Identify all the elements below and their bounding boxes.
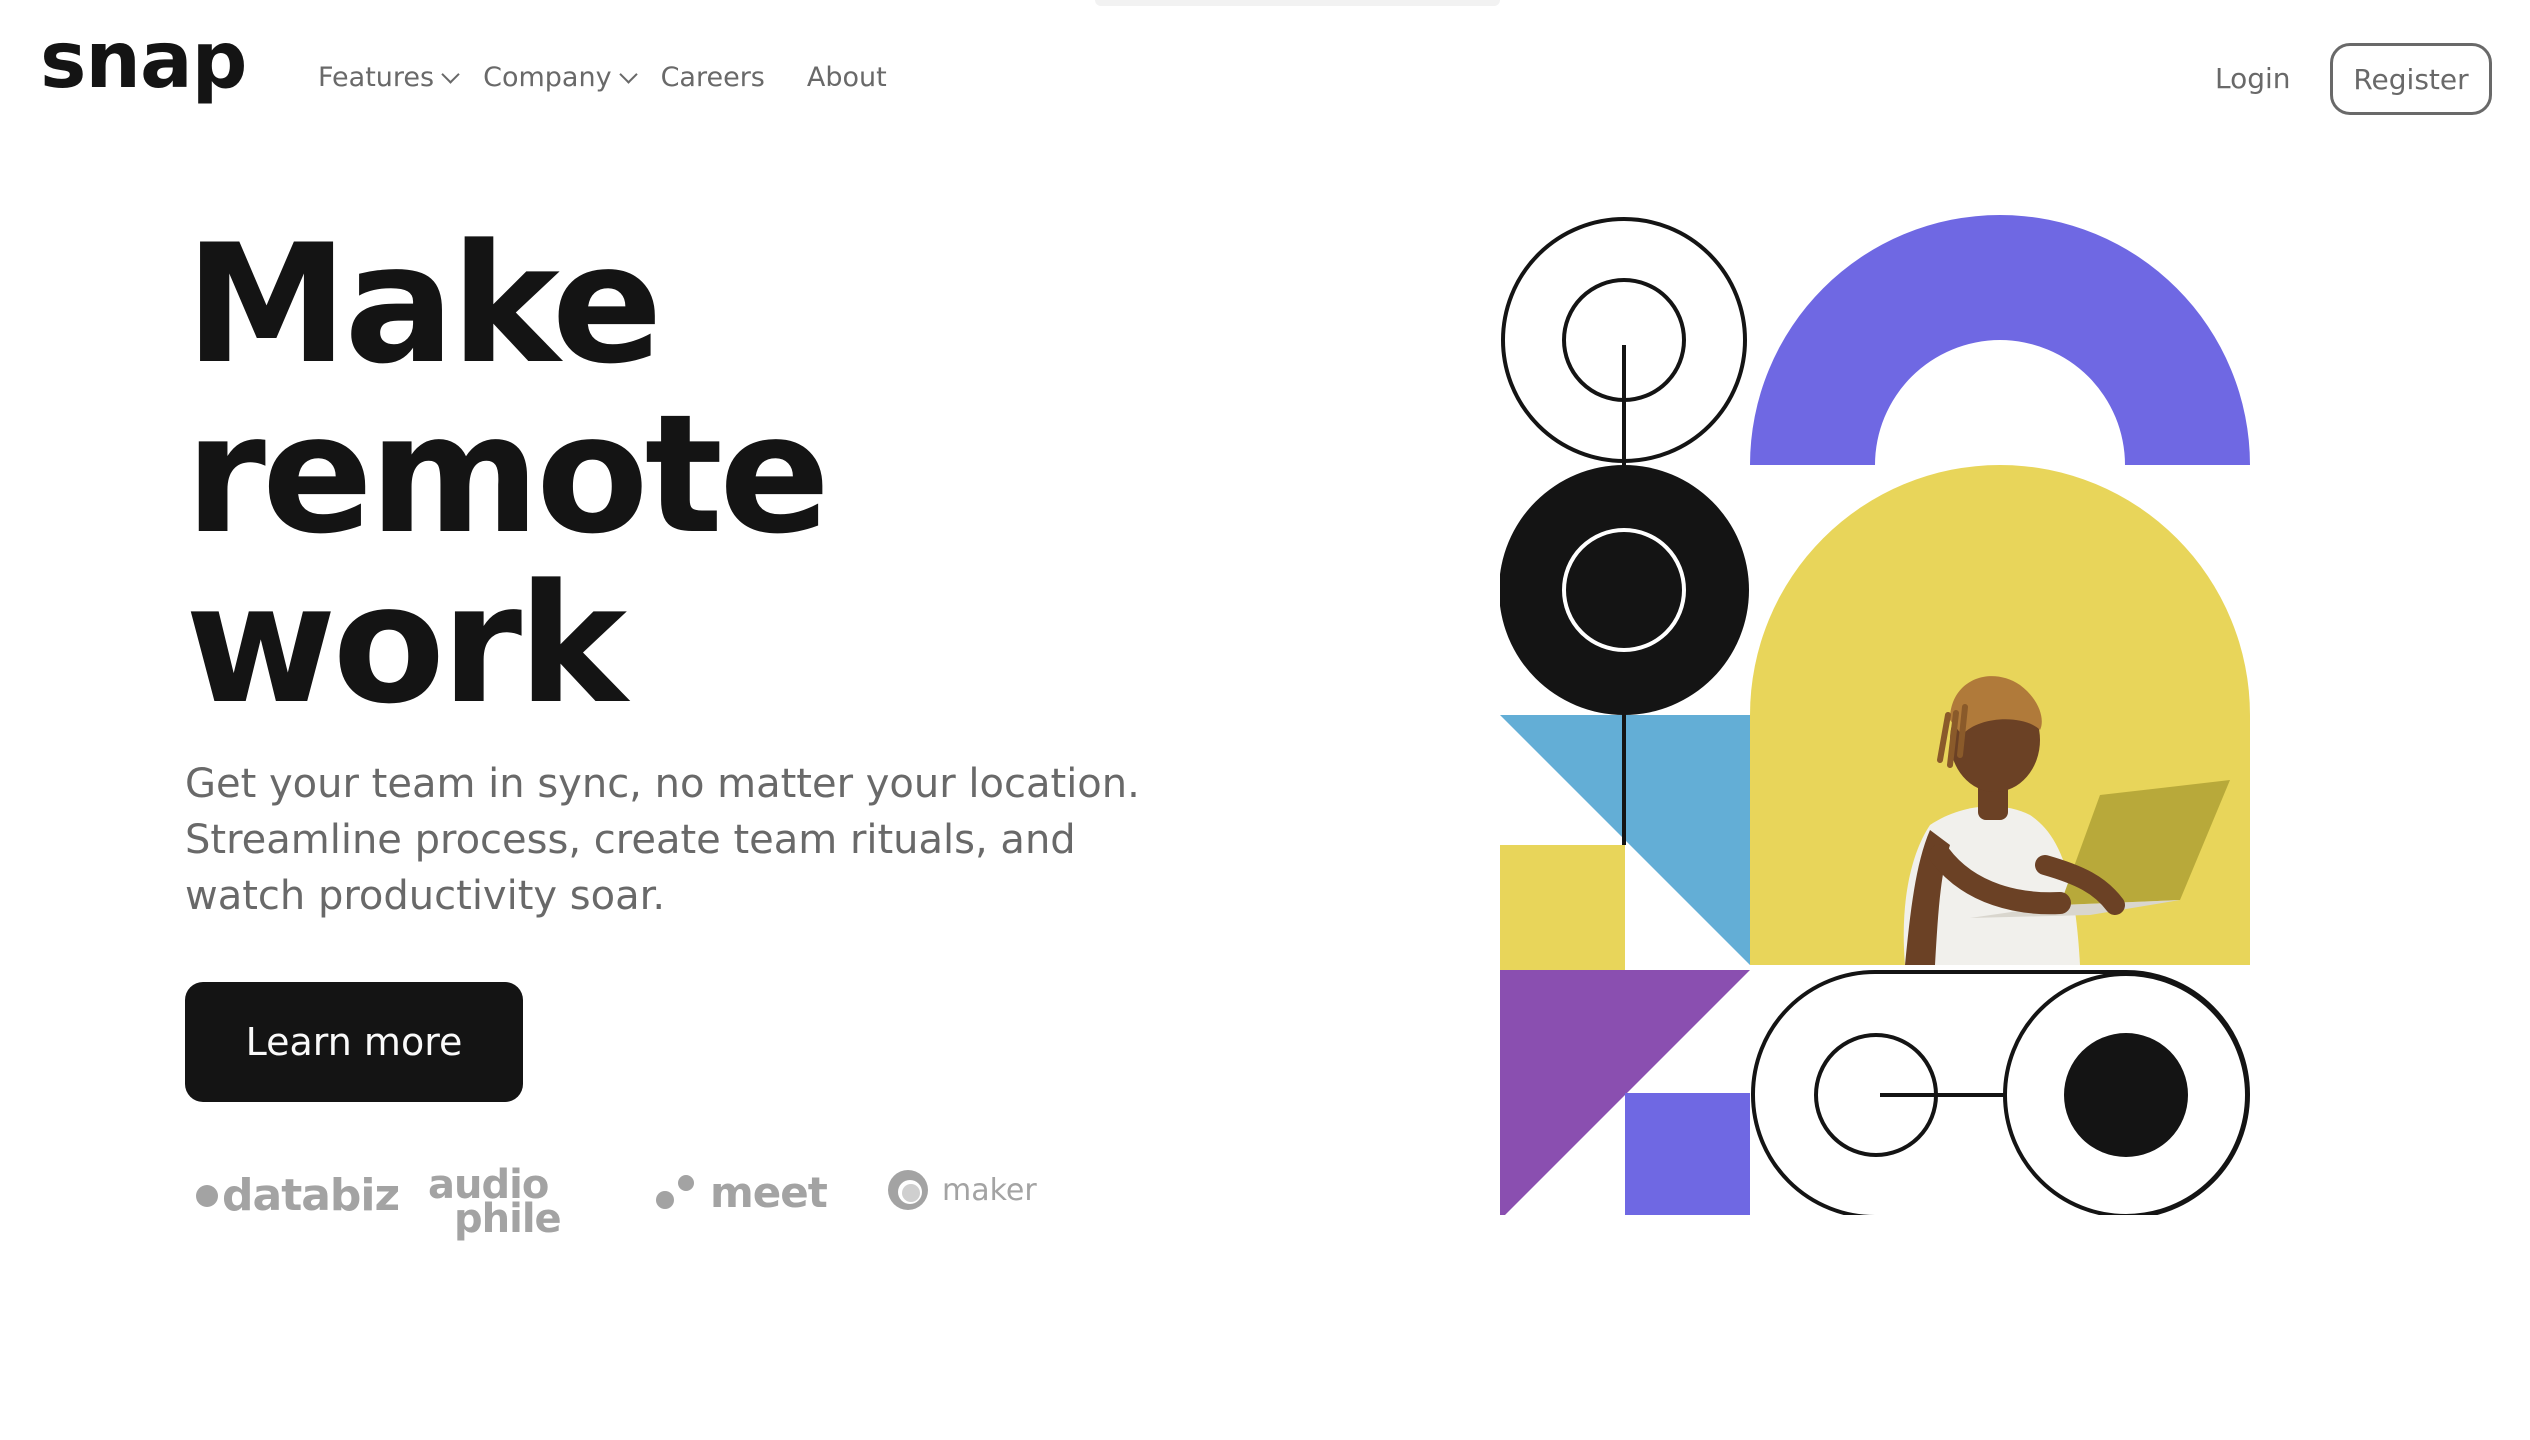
landing-page: snap Features Company Careers About Logi… [0, 0, 2530, 1440]
chevron-down-icon [441, 65, 460, 84]
top-edge-shadow [1095, 0, 1500, 6]
chevron-down-icon [618, 65, 638, 84]
hero-title-line: Make [185, 209, 663, 400]
maker-wordmark: maker [942, 1172, 1037, 1208]
hero-subtitle: Get your team in sync, no matter your lo… [185, 761, 1140, 919]
ring-outline-icon [1501, 217, 1747, 470]
nav-item-label: Features [318, 62, 435, 93]
yellow-square-shape [1500, 845, 1625, 970]
nav-item-company[interactable]: Company [483, 62, 638, 93]
audiophile-logo: audio phile [428, 1165, 562, 1239]
databiz-logo: databiz [196, 1170, 400, 1221]
pill-toggle-icon [1751, 970, 2250, 1215]
maker-circle-icon [888, 1170, 928, 1210]
maker-logo: maker [888, 1170, 1037, 1210]
nav-item-label: Company [483, 62, 612, 93]
hero-title: Make remote work [185, 209, 830, 740]
meet-logo: meet [656, 1168, 828, 1217]
nav-item-careers[interactable]: Careers [661, 62, 765, 93]
register-button[interactable]: Register [2330, 43, 2492, 115]
nav-item-label: Careers [660, 62, 765, 93]
nav-item-features[interactable]: Features [318, 62, 460, 93]
brand-logo[interactable]: snap [40, 22, 247, 100]
hero-title-line: remote [185, 379, 830, 570]
databiz-dot-icon [196, 1184, 218, 1207]
login-link[interactable]: Login [2215, 62, 2291, 95]
black-disc-icon [1500, 465, 1749, 715]
nav-item-label: About [806, 62, 887, 93]
meet-dots-icon [656, 1171, 706, 1215]
portrait-photo [1750, 465, 2250, 965]
nav-item-about[interactable]: About [807, 62, 887, 93]
learn-more-button[interactable]: Learn more [185, 982, 523, 1102]
hero-title-line: work [185, 549, 627, 740]
hero-illustration [1500, 215, 2250, 1215]
purple-arch-shape [1750, 215, 2250, 465]
purple-square-shape [1625, 1093, 1750, 1215]
main-nav: Features Company Careers About [318, 62, 929, 93]
databiz-wordmark: databiz [222, 1170, 400, 1221]
meet-wordmark: meet [710, 1168, 828, 1217]
